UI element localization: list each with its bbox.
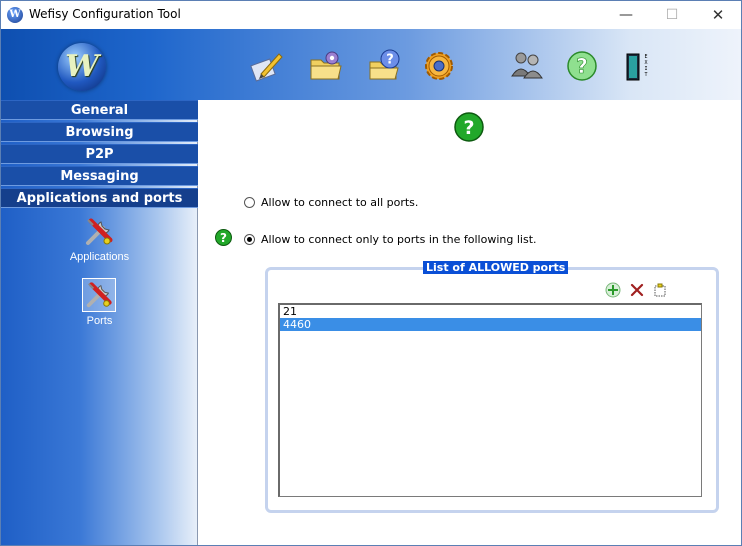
wefisy-logo: W: [58, 43, 106, 91]
delete-icon[interactable]: [629, 282, 645, 298]
option-listed-ports[interactable]: Allow to connect only to ports in the fo…: [244, 231, 537, 247]
ports-listbox[interactable]: 21 4460: [278, 303, 702, 497]
tools-icon: [86, 218, 113, 245]
applications-label: Applications: [69, 251, 130, 263]
edit-settings-icon[interactable]: [249, 48, 285, 84]
nav-item-messaging[interactable]: Messaging: [1, 166, 198, 186]
gear-icon[interactable]: [421, 48, 457, 84]
svg-text:?: ?: [220, 231, 227, 245]
list-item[interactable]: 4460: [280, 318, 701, 331]
option-all-ports[interactable]: Allow to connect to all ports.: [244, 194, 418, 210]
svg-text:?: ?: [463, 117, 474, 139]
close-button[interactable]: ✕: [695, 1, 741, 30]
exit-icon[interactable]: E X I T: [619, 48, 655, 84]
header-toolbar: W ? ? E X I T: [1, 29, 741, 100]
list-item[interactable]: 21: [280, 305, 701, 318]
help-icon[interactable]: ?: [454, 112, 484, 142]
radio-listed-ports[interactable]: [244, 233, 255, 245]
nav-item-applications-and-ports[interactable]: Applications and ports: [1, 188, 198, 208]
radio-all-ports[interactable]: [244, 196, 255, 208]
window-title: Wefisy Configuration Tool: [29, 7, 181, 21]
app-icon: W: [7, 7, 23, 23]
help-icon[interactable]: ?: [215, 229, 232, 246]
ports-label: Ports: [86, 315, 113, 327]
nav-item-p2p[interactable]: P2P: [1, 144, 198, 164]
svg-text:?: ?: [576, 54, 588, 78]
svg-text:T: T: [644, 72, 647, 78]
nav-item-general[interactable]: General: [1, 100, 198, 120]
group-title: List of ALLOWED ports: [423, 261, 569, 274]
option-all-ports-label: Allow to connect to all ports.: [261, 195, 419, 209]
tools-icon: [86, 282, 112, 308]
minimize-button[interactable]: —: [603, 1, 649, 30]
logo-letter: W: [65, 49, 99, 84]
title-bar: W Wefisy Configuration Tool — ☐ ✕: [0, 0, 742, 29]
help-icon[interactable]: ?: [564, 48, 600, 84]
option-listed-ports-label: Allow to connect only to ports in the fo…: [261, 232, 537, 246]
folder-settings-icon[interactable]: [308, 48, 344, 84]
svg-text:?: ?: [386, 53, 394, 68]
left-navigation: General Browsing P2P Messaging Applicati…: [1, 100, 198, 545]
edit-icon[interactable]: [652, 282, 668, 298]
folder-help-icon[interactable]: ?: [367, 48, 403, 84]
users-icon[interactable]: [509, 48, 545, 84]
add-icon[interactable]: [605, 282, 621, 298]
maximize-button[interactable]: ☐: [649, 1, 695, 30]
nav-item-browsing[interactable]: Browsing: [1, 122, 198, 142]
